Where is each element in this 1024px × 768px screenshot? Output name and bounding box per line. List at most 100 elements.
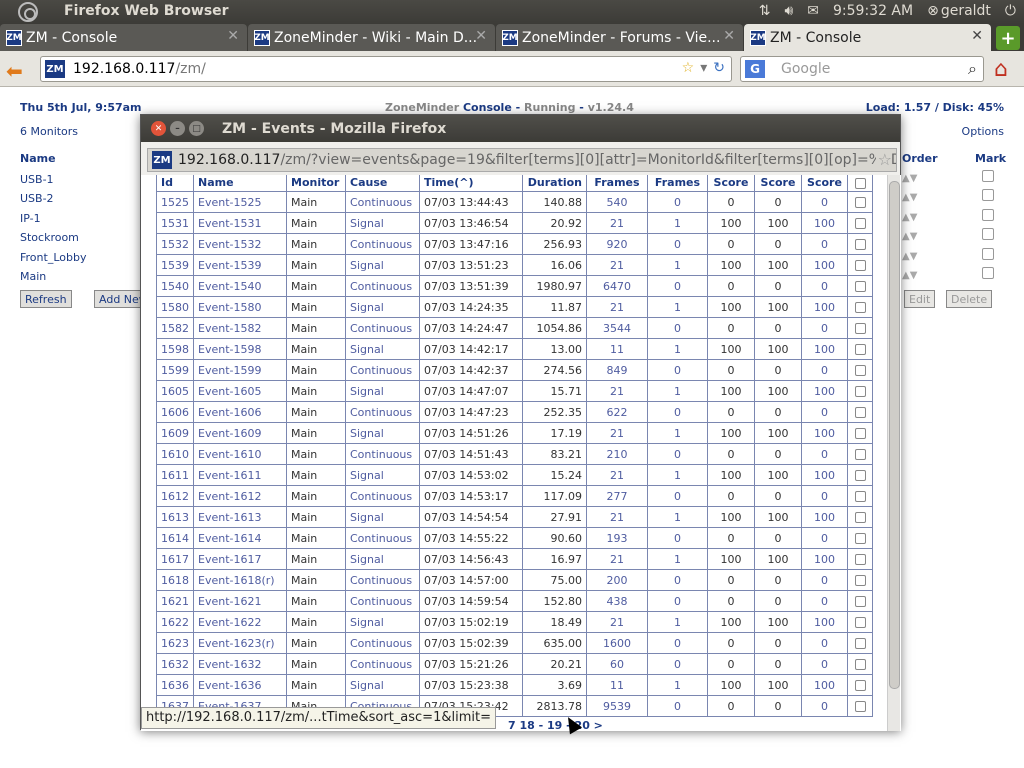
tab-zm-console-active[interactable]: ZM ZM - Console ✕: [744, 24, 991, 51]
event-frames[interactable]: 21: [586, 464, 648, 486]
event-cause[interactable]: Signal: [345, 611, 420, 633]
event-mark-checkbox[interactable]: [854, 197, 866, 208]
event-cause[interactable]: Signal: [345, 422, 420, 444]
event-cause[interactable]: Continuous: [345, 527, 420, 549]
event-cause[interactable]: Continuous: [345, 401, 420, 423]
event-frames[interactable]: 193: [586, 527, 648, 549]
event-max-score[interactable]: 0: [801, 527, 848, 549]
close-window-icon[interactable]: ✕: [151, 121, 166, 136]
event-id[interactable]: 1605: [156, 380, 194, 402]
event-max-score[interactable]: 100: [801, 506, 848, 528]
close-tab-icon[interactable]: ✕: [227, 28, 239, 44]
event-max-score[interactable]: 100: [801, 296, 848, 318]
event-frames[interactable]: 60: [586, 653, 648, 675]
order-arrows[interactable]: ▲▼: [902, 212, 917, 223]
close-tab-icon[interactable]: ✕: [971, 28, 983, 44]
event-cause[interactable]: Signal: [345, 464, 420, 486]
bookmark-star-icon[interactable]: ☆: [875, 150, 892, 169]
home-icon[interactable]: ⌂: [994, 57, 1008, 82]
delete-button[interactable]: Delete: [946, 290, 993, 308]
event-max-score[interactable]: 0: [801, 485, 848, 507]
event-mark-checkbox[interactable]: [854, 491, 866, 502]
event-mark-checkbox[interactable]: [854, 344, 866, 355]
event-id[interactable]: 1618: [156, 569, 194, 591]
event-id[interactable]: 1525: [156, 191, 194, 213]
event-id[interactable]: 1609: [156, 422, 194, 444]
event-frames[interactable]: 920: [586, 233, 648, 255]
event-max-score[interactable]: 0: [801, 590, 848, 612]
popup-url-bar[interactable]: ZM 192.168.0.117 /zm/?view=events&page=1…: [147, 148, 897, 172]
event-id[interactable]: 1531: [156, 212, 194, 234]
event-max-score[interactable]: 100: [801, 611, 848, 633]
event-frames[interactable]: 3544: [586, 317, 648, 339]
tab-zm-console-1[interactable]: ZM ZM - Console ✕: [0, 24, 247, 51]
monitor-count-link[interactable]: 6 Monitors: [20, 125, 78, 138]
mark-checkbox[interactable]: [982, 228, 994, 240]
event-alarm-frames[interactable]: 1: [647, 254, 708, 276]
event-id[interactable]: 1612: [156, 485, 194, 507]
event-name[interactable]: Event-1622: [193, 611, 287, 633]
col-avg-score[interactable]: Score: [754, 175, 802, 192]
reload-icon[interactable]: ↻: [713, 60, 725, 76]
event-mark-checkbox[interactable]: [854, 638, 866, 649]
event-id[interactable]: 1539: [156, 254, 194, 276]
event-name[interactable]: Event-1605: [193, 380, 287, 402]
event-name[interactable]: Event-1636: [193, 674, 287, 696]
user-name[interactable]: geraldt: [941, 3, 991, 19]
event-cause[interactable]: Signal: [345, 254, 420, 276]
event-max-score[interactable]: 0: [801, 233, 848, 255]
event-frames[interactable]: 1600: [586, 632, 648, 654]
event-mark-checkbox[interactable]: [854, 302, 866, 313]
event-name[interactable]: Event-1609: [193, 422, 287, 444]
event-mark-checkbox[interactable]: [854, 554, 866, 565]
refresh-button[interactable]: Refresh: [20, 290, 72, 308]
event-frames[interactable]: 622: [586, 401, 648, 423]
mark-checkbox[interactable]: [982, 267, 994, 279]
col-id[interactable]: Id: [156, 175, 194, 192]
event-alarm-frames[interactable]: 0: [647, 695, 708, 717]
event-alarm-frames[interactable]: 0: [647, 401, 708, 423]
col-monitor[interactable]: Monitor: [286, 175, 346, 192]
power-icon[interactable]: ⏻: [1005, 3, 1016, 19]
monitor-link-stockroom[interactable]: Stockroom: [20, 231, 79, 244]
order-arrows[interactable]: ▲▼: [902, 251, 917, 262]
event-frames[interactable]: 21: [586, 611, 648, 633]
event-frames[interactable]: 277: [586, 485, 648, 507]
search-bar[interactable]: G Google ⌕: [740, 56, 984, 82]
minimize-window-icon[interactable]: –: [170, 121, 185, 136]
event-alarm-frames[interactable]: 0: [647, 485, 708, 507]
vertical-scrollbar[interactable]: [887, 175, 900, 731]
event-max-score[interactable]: 0: [801, 275, 848, 297]
event-cause[interactable]: Continuous: [345, 653, 420, 675]
event-cause[interactable]: Signal: [345, 380, 420, 402]
event-frames[interactable]: 21: [586, 506, 648, 528]
bookmark-star-icon[interactable]: ☆: [682, 60, 695, 76]
event-id[interactable]: 1606: [156, 401, 194, 423]
event-alarm-frames[interactable]: 1: [647, 506, 708, 528]
event-alarm-frames[interactable]: 1: [647, 464, 708, 486]
event-id[interactable]: 1599: [156, 359, 194, 381]
event-id[interactable]: 1621: [156, 590, 194, 612]
event-cause[interactable]: Signal: [345, 674, 420, 696]
event-alarm-frames[interactable]: 0: [647, 590, 708, 612]
event-mark-checkbox[interactable]: [854, 512, 866, 523]
col-total-score[interactable]: Score: [707, 175, 755, 192]
event-mark-checkbox[interactable]: [854, 659, 866, 670]
event-max-score[interactable]: 0: [801, 191, 848, 213]
event-max-score[interactable]: 0: [801, 632, 848, 654]
event-alarm-frames[interactable]: 1: [647, 422, 708, 444]
event-cause[interactable]: Continuous: [345, 485, 420, 507]
order-arrows[interactable]: ▲▼: [902, 192, 917, 203]
event-alarm-frames[interactable]: 0: [647, 317, 708, 339]
event-name[interactable]: Event-1580: [193, 296, 287, 318]
col-alarm-frames[interactable]: Frames: [647, 175, 708, 192]
event-name[interactable]: Event-1613: [193, 506, 287, 528]
event-frames[interactable]: 438: [586, 590, 648, 612]
event-name[interactable]: Event-1614: [193, 527, 287, 549]
event-cause[interactable]: Continuous: [345, 275, 420, 297]
scrollbar-thumb[interactable]: [889, 181, 900, 689]
event-name[interactable]: Event-1539: [193, 254, 287, 276]
mark-checkbox[interactable]: [982, 189, 994, 201]
event-alarm-frames[interactable]: 1: [647, 380, 708, 402]
event-mark-checkbox[interactable]: [854, 533, 866, 544]
